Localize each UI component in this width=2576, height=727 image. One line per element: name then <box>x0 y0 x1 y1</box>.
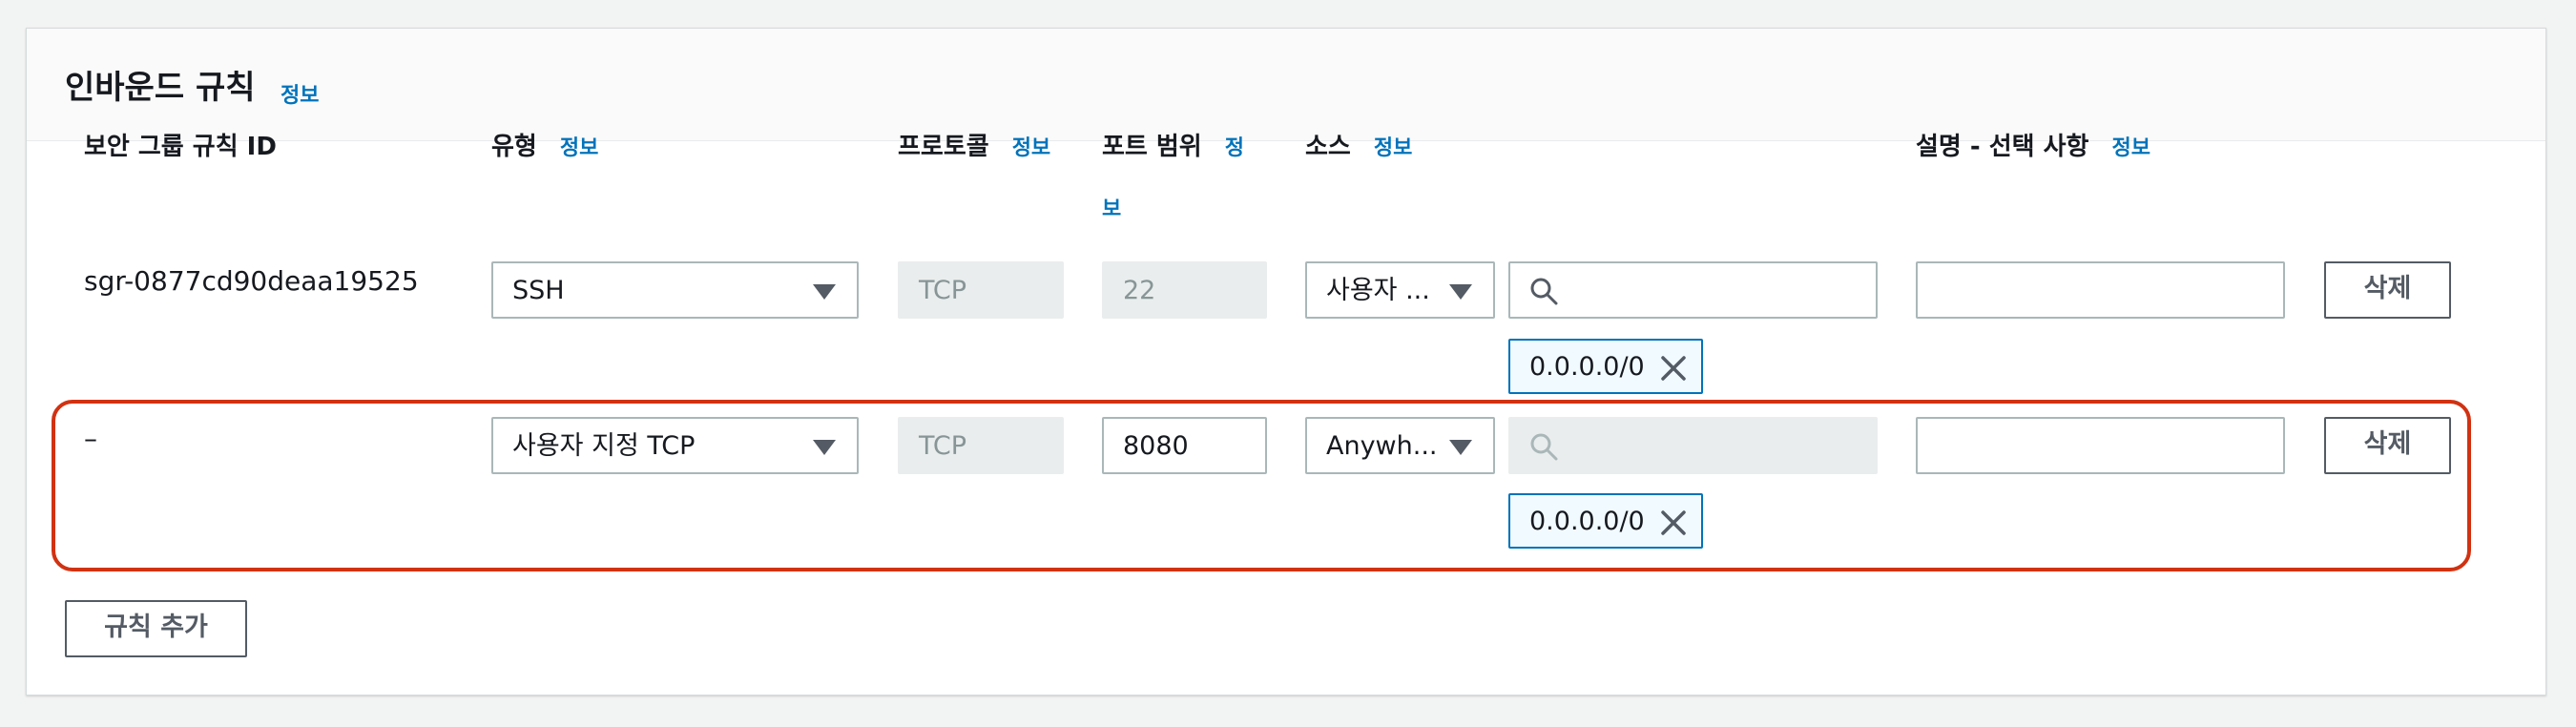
search-icon <box>1530 278 1558 305</box>
close-icon[interactable] <box>1659 354 1688 383</box>
panel-header: 인바운드 규칙 정보 <box>27 29 2545 141</box>
inbound-rules-panel: 인바운드 규칙 정보 <box>26 28 2546 696</box>
search-icon <box>1530 433 1558 461</box>
column-header-source: 소스 정보 <box>1305 128 1412 168</box>
add-rule-button[interactable]: 규칙 추가 <box>65 600 247 657</box>
source-token-value: 0.0.0.0/0 <box>1529 507 1645 536</box>
description-input[interactable] <box>1916 417 2285 474</box>
type-select-value: 사용자 지정 TCP <box>512 431 696 461</box>
type-info-link[interactable]: 정보 <box>560 136 598 160</box>
column-header-source-label: 소스 <box>1305 133 1351 161</box>
type-select-value: SSH <box>512 276 565 305</box>
port-range-field: 22 <box>1102 261 1267 319</box>
column-header-port-range: 포트 범위 정 <box>1102 128 1244 168</box>
port-range-value: 8080 <box>1123 431 1189 461</box>
source-type-select[interactable]: Anywh... <box>1305 417 1495 474</box>
column-header-description-label: 설명 - 선택 사항 <box>1916 133 2089 161</box>
protocol-value: TCP <box>919 431 967 461</box>
port-info-link-wrap[interactable]: 보 <box>1102 197 1121 223</box>
port-info-link[interactable]: 정 <box>1225 136 1244 160</box>
delete-button[interactable]: 삭제 <box>2324 417 2451 474</box>
source-type-value: Anywh... <box>1326 431 1438 461</box>
rule-id: sgr-0877cd90deaa19525 <box>84 265 419 297</box>
source-token: 0.0.0.0/0 <box>1508 339 1703 394</box>
port-range-input[interactable]: 8080 <box>1102 417 1267 474</box>
panel-title: 인바운드 규칙 <box>65 69 256 107</box>
caret-down-icon <box>1449 440 1472 455</box>
protocol-value: TCP <box>919 276 967 305</box>
column-header-description: 설명 - 선택 사항 정보 <box>1916 128 2150 168</box>
type-select[interactable]: 사용자 지정 TCP <box>491 417 859 474</box>
caret-down-icon <box>1449 284 1472 300</box>
source-search-input[interactable] <box>1508 261 1878 319</box>
column-header-rule-id-label: 보안 그룹 규칙 ID <box>84 133 277 161</box>
column-header-port-range-label: 포트 범위 <box>1102 133 1202 161</box>
protocol-info-link[interactable]: 정보 <box>1012 136 1050 160</box>
type-select[interactable]: SSH <box>491 261 859 319</box>
source-type-select[interactable]: 사용자 ... <box>1305 261 1495 319</box>
column-header-protocol-label: 프로토콜 <box>898 133 989 161</box>
column-header-protocol: 프로토콜 정보 <box>898 128 1050 168</box>
close-icon[interactable] <box>1659 509 1688 537</box>
column-header-type-label: 유형 <box>491 133 537 161</box>
column-header-rule-id: 보안 그룹 규칙 ID <box>84 128 277 166</box>
description-input[interactable] <box>1916 261 2285 319</box>
source-token-value: 0.0.0.0/0 <box>1529 352 1645 382</box>
caret-down-icon <box>813 284 836 300</box>
description-info-link[interactable]: 정보 <box>2111 136 2150 160</box>
title-info-link[interactable]: 정보 <box>280 78 319 109</box>
source-token: 0.0.0.0/0 <box>1508 493 1703 549</box>
caret-down-icon <box>813 440 836 455</box>
column-header-type: 유형 정보 <box>491 128 598 168</box>
protocol-field: TCP <box>898 261 1064 319</box>
source-search-input <box>1508 417 1878 474</box>
rule-id: – <box>84 423 97 454</box>
source-info-link[interactable]: 정보 <box>1374 136 1412 160</box>
delete-button[interactable]: 삭제 <box>2324 261 2451 319</box>
source-type-value: 사용자 ... <box>1326 276 1430 305</box>
port-range-value: 22 <box>1123 276 1156 305</box>
protocol-field: TCP <box>898 417 1064 474</box>
